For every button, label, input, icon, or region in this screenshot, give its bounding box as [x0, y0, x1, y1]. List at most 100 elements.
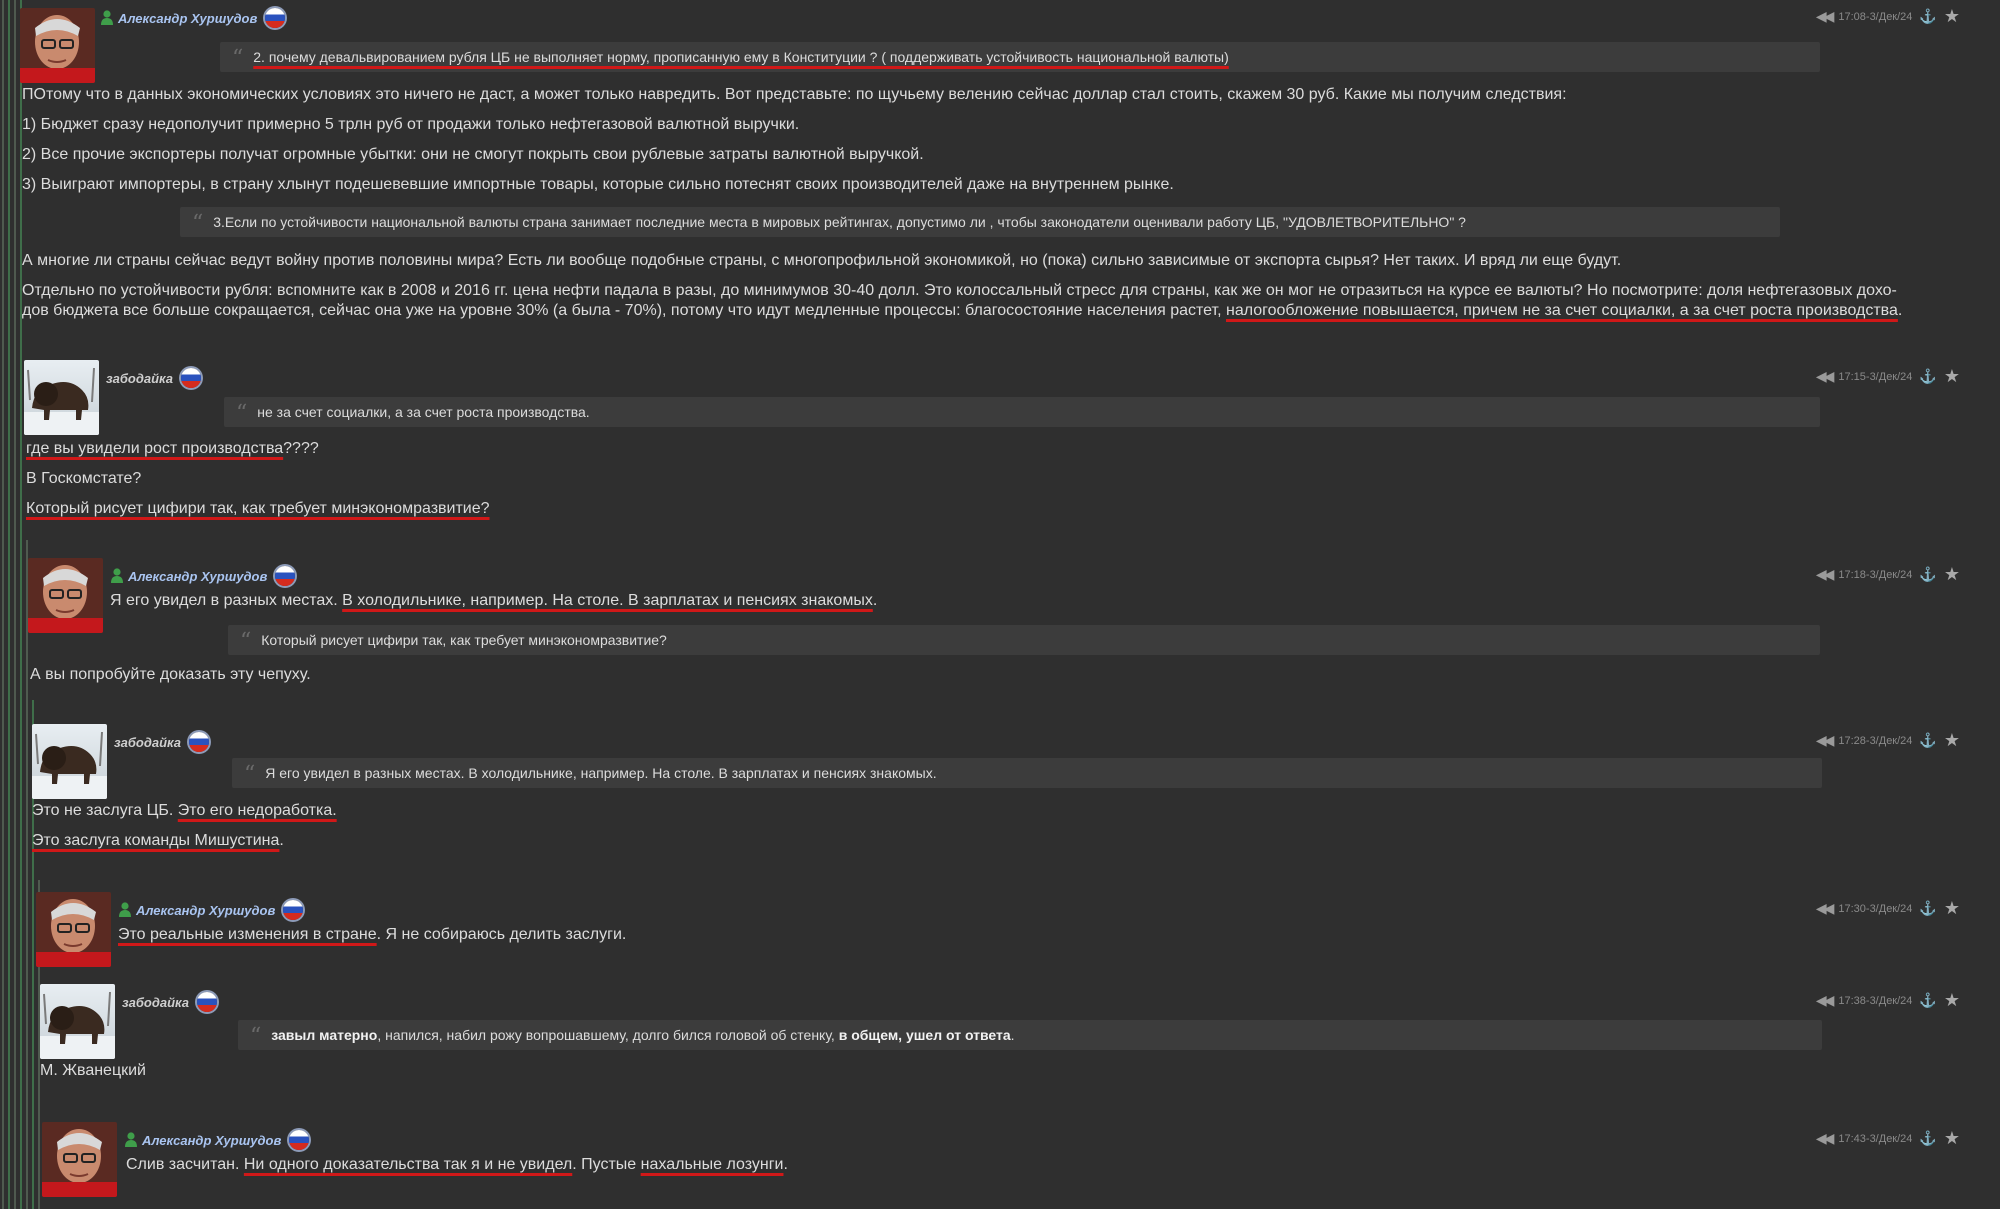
russia-flag-icon [283, 900, 304, 920]
russia-flag-icon [189, 732, 210, 752]
author-name[interactable]: забодайка [122, 992, 218, 1012]
quote-mark-icon: “ [236, 401, 248, 426]
russia-flag-icon [265, 8, 286, 28]
quote-text-part: . [1010, 1027, 1015, 1043]
underlined-text: Это реальные изменения в стране [118, 926, 377, 943]
quote-text: Который рисует цифири так, как требует м… [261, 632, 667, 648]
thread-rail [14, 0, 16, 1209]
author-name-text[interactable]: Александр Хуршудов [118, 11, 257, 26]
russia-flag-icon [275, 566, 296, 586]
author-name-text[interactable]: забодайка [114, 735, 181, 750]
comment-text-part: . [1897, 302, 1903, 319]
author-name[interactable]: забодайка [106, 368, 202, 388]
underlined-text: нахальные лозунги [640, 1156, 784, 1173]
author-name-text[interactable]: Александр Хуршудов [128, 569, 267, 584]
comment-text: где вы увидели рост производства???? [26, 440, 319, 458]
star-icon[interactable]: ★ [1944, 730, 1960, 751]
avatar[interactable] [20, 8, 95, 83]
author-name-text[interactable]: забодайка [106, 371, 173, 386]
comment-text: А вы попробуйте доказать эту чепуху. [30, 666, 311, 683]
underlined-text: Это заслуга команды Мишустина [32, 832, 280, 849]
anchor-icon[interactable]: ⚓ [1919, 566, 1936, 583]
russia-flag-icon [289, 1130, 310, 1150]
star-icon[interactable]: ★ [1944, 1128, 1960, 1149]
double-left-arrow-icon[interactable]: ◀◀ [1816, 732, 1834, 749]
quote-block: “ 2. почему девальвированием рубля ЦБ не… [220, 42, 1820, 72]
star-icon[interactable]: ★ [1944, 366, 1960, 387]
quote-block: “ Я его увидел в разных местах. В холоди… [232, 758, 1822, 788]
comment-meta: ◀◀ 17:15-3/Дек/24 ⚓ ★ [1816, 366, 1960, 387]
quote-text: Я его увидел в разных местах. В холодиль… [265, 765, 937, 781]
author-name-text[interactable]: Александр Хуршудов [136, 903, 275, 918]
comment-text: Я его увидел в разных местах. В холодиль… [110, 592, 877, 610]
russia-flag-icon [197, 992, 218, 1012]
quote-block: “ 3.Если по устойчивости национальной ва… [180, 207, 1780, 237]
double-left-arrow-icon[interactable]: ◀◀ [1816, 992, 1834, 1009]
author-name[interactable]: Александр Хуршудов [118, 900, 304, 920]
underlined-text: В холодильнике, например. На столе. В за… [342, 592, 873, 609]
quote-block: “ завыл матерно, напился, набил рожу воп… [238, 1020, 1822, 1050]
bold-text: в общем, ушел от ответа [838, 1027, 1011, 1043]
timestamp: 17:30-3/Дек/24 [1838, 902, 1913, 915]
quote-block: “ Который рисует цифири так, как требует… [228, 625, 1820, 655]
quote-mark-icon: “ [232, 46, 244, 71]
avatar[interactable] [24, 360, 99, 435]
timestamp: 17:28-3/Дек/24 [1838, 734, 1913, 747]
author-name[interactable]: Александр Хуршудов [110, 566, 296, 586]
thread-rail [2, 0, 4, 1209]
author-name-text[interactable]: забодайка [122, 995, 189, 1010]
avatar[interactable] [36, 892, 111, 967]
anchor-icon[interactable]: ⚓ [1919, 900, 1936, 917]
thread-rail [8, 0, 10, 1209]
anchor-icon[interactable]: ⚓ [1919, 1130, 1936, 1147]
avatar[interactable] [28, 558, 103, 633]
double-left-arrow-icon[interactable]: ◀◀ [1816, 900, 1834, 917]
person-online-icon [119, 902, 131, 917]
timestamp: 17:38-3/Дек/24 [1838, 994, 1913, 1007]
author-name[interactable]: Александр Хуршудов [100, 8, 286, 28]
person-online-icon [111, 568, 123, 583]
timestamp: 17:15-3/Дек/24 [1838, 370, 1913, 383]
anchor-icon[interactable]: ⚓ [1919, 992, 1936, 1009]
star-icon[interactable]: ★ [1944, 6, 1960, 27]
double-left-arrow-icon[interactable]: ◀◀ [1816, 8, 1834, 25]
anchor-icon[interactable]: ⚓ [1919, 8, 1936, 25]
anchor-icon[interactable]: ⚓ [1919, 368, 1936, 385]
timestamp: 17:43-3/Дек/24 [1838, 1132, 1913, 1145]
person-online-icon [101, 10, 113, 25]
comment-meta: ◀◀ 17:30-3/Дек/24 ⚓ ★ [1816, 898, 1960, 919]
quote-text: 3.Если по устойчивости национальной валю… [213, 214, 1466, 230]
comment-text: М. Жванецкий [40, 1062, 146, 1079]
comment-meta: ◀◀ 17:08-3/Дек/24 ⚓ ★ [1816, 6, 1960, 27]
avatar[interactable] [40, 984, 115, 1059]
quote-mark-icon: “ [240, 629, 252, 654]
comment-text: Который рисует цифири так, как требует м… [26, 500, 490, 518]
comment-text-part: Слив засчитан. [126, 1156, 244, 1173]
double-left-arrow-icon[interactable]: ◀◀ [1816, 1130, 1834, 1147]
author-name[interactable]: Александр Хуршудов [124, 1130, 310, 1150]
comment-text: ПОтому что в данных экономических услови… [22, 86, 1567, 103]
comment-text-part: . [872, 592, 878, 609]
quote-text-part: , напился, набил рожу вопрошавшему, долг… [377, 1027, 839, 1043]
comment-meta: ◀◀ 17:38-3/Дек/24 ⚓ ★ [1816, 990, 1960, 1011]
author-name[interactable]: забодайка [114, 732, 210, 752]
timestamp: 17:08-3/Дек/24 [1838, 10, 1913, 23]
comment-text: В Госкомстате? [26, 470, 142, 487]
comment-text: Это не заслуга ЦБ. Это его недоработка. [32, 802, 337, 820]
comment-text: Это реальные изменения в стране. Я не со… [118, 926, 626, 944]
comment-text-part: . Я не собираюсь делить заслуги. [376, 926, 627, 943]
avatar[interactable] [32, 724, 107, 799]
star-icon[interactable]: ★ [1944, 898, 1960, 919]
author-name-text[interactable]: Александр Хуршудов [142, 1133, 281, 1148]
avatar[interactable] [42, 1122, 117, 1197]
russia-flag-icon [181, 368, 202, 388]
comment-text: Отдельно по устойчивости рубля: вспомнит… [22, 282, 1897, 299]
anchor-icon[interactable]: ⚓ [1919, 732, 1936, 749]
comment-text: 3) Выиграют импортеры, в страну хлынут п… [22, 176, 1174, 193]
double-left-arrow-icon[interactable]: ◀◀ [1816, 566, 1834, 583]
double-left-arrow-icon[interactable]: ◀◀ [1816, 368, 1834, 385]
star-icon[interactable]: ★ [1944, 564, 1960, 585]
star-icon[interactable]: ★ [1944, 990, 1960, 1011]
comment-text: А многие ли страны сейчас ведут войну пр… [22, 252, 1622, 269]
comment-text: 1) Бюджет сразу недополучит примерно 5 т… [22, 116, 800, 133]
